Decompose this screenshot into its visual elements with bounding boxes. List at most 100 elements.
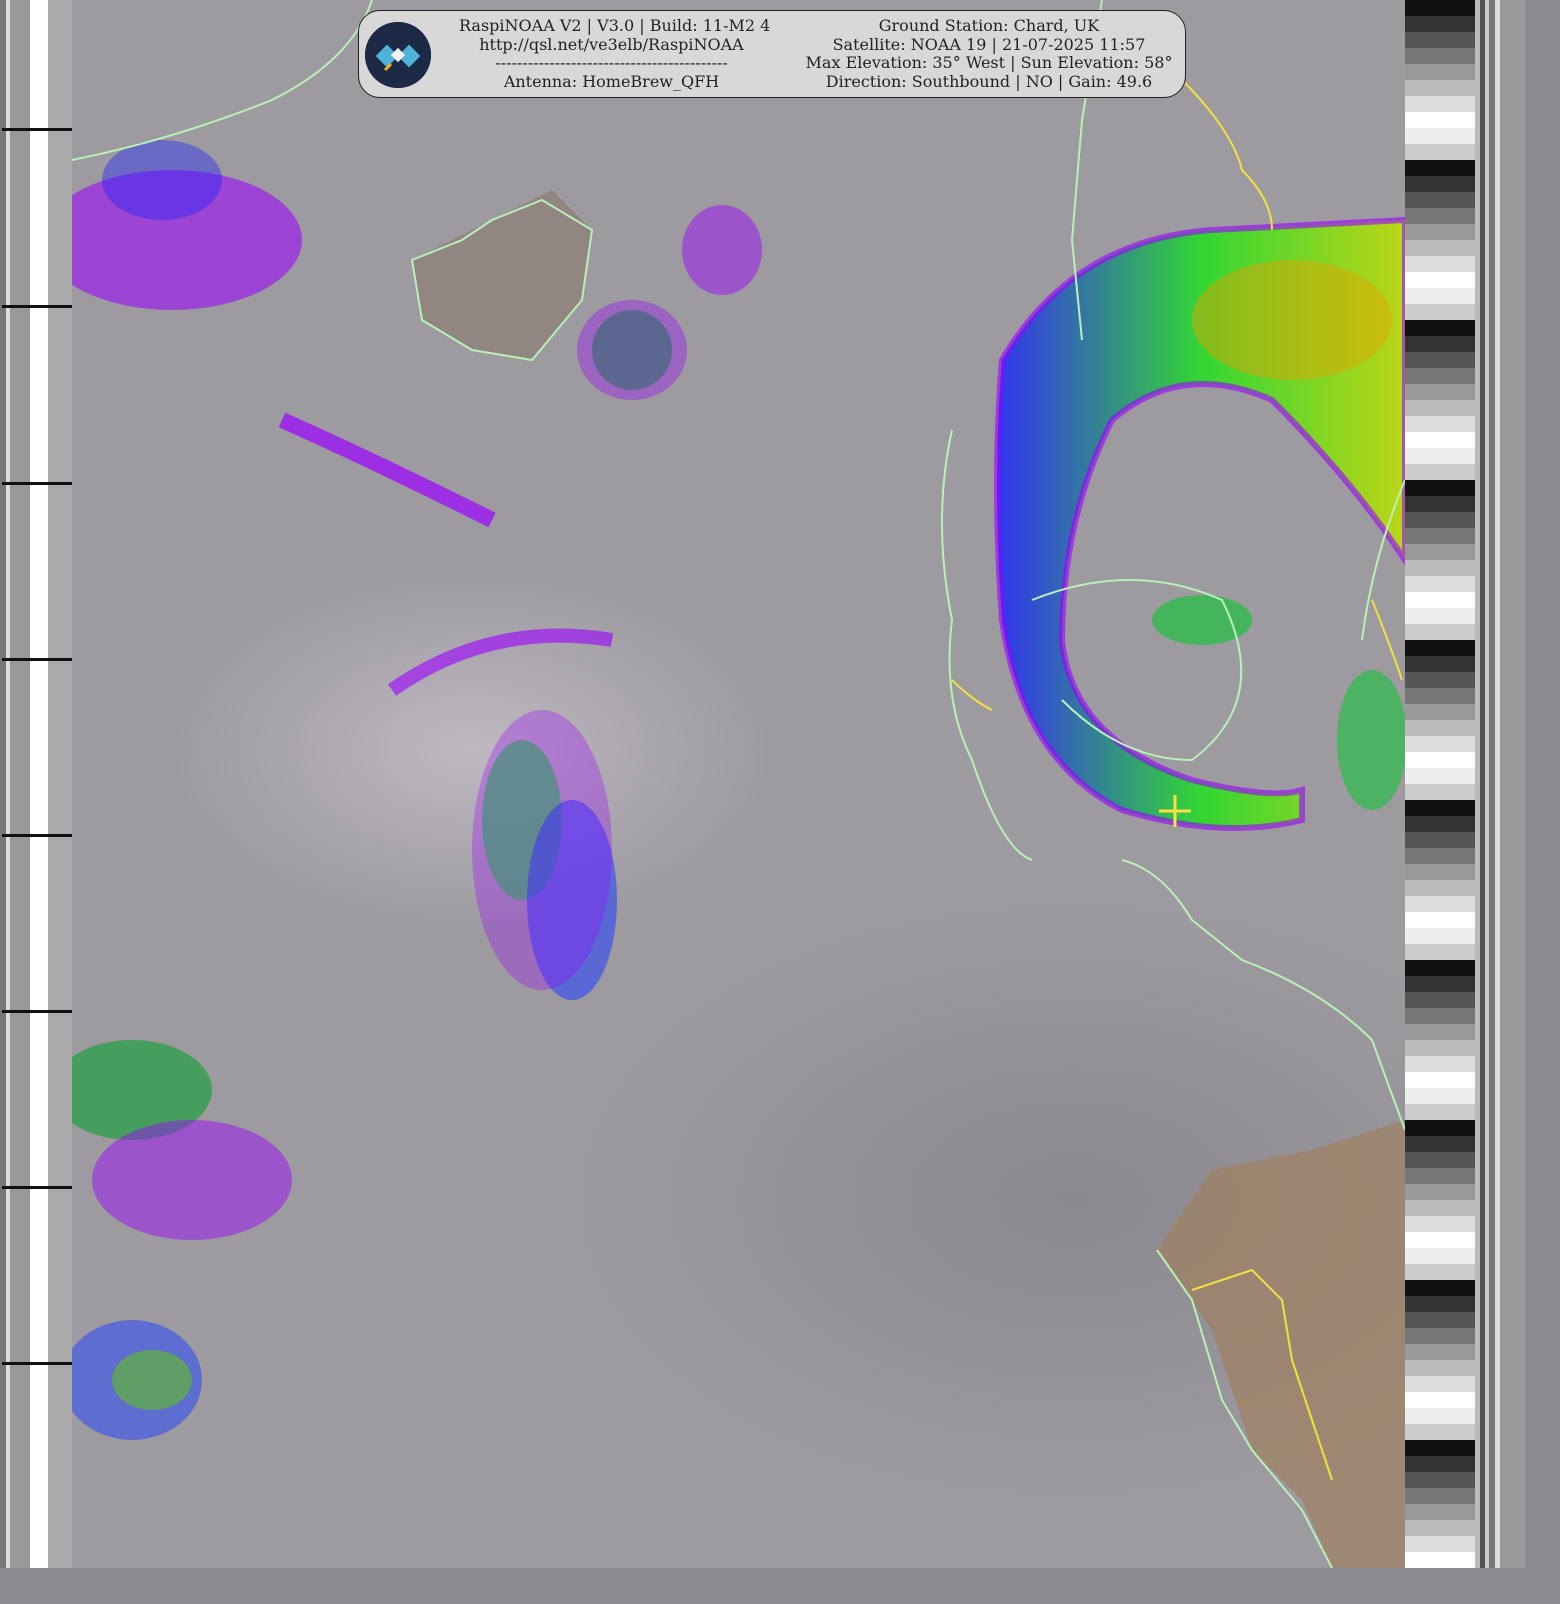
satellite-image-viewer: RaspiNOAA V2 | V3.0 | Build: 11-M2 4 htt… — [0, 0, 1525, 1569]
wedge-block — [1405, 368, 1475, 384]
wedge-block — [1405, 608, 1475, 624]
wedge-block — [1405, 960, 1475, 976]
wedge-block — [1405, 656, 1475, 672]
wedge-block — [1405, 1024, 1475, 1040]
wedge-block — [1405, 912, 1475, 928]
wedge-block — [1405, 1472, 1475, 1488]
wedge-block — [1405, 1200, 1475, 1216]
wedge-block — [1405, 1040, 1475, 1056]
antenna-info: Antenna: HomeBrew_QFH — [503, 71, 720, 91]
wedge-block — [1405, 1328, 1475, 1344]
wedge-block — [1405, 416, 1475, 432]
wedge-block — [1405, 624, 1475, 640]
satellite-imagery — [42, 0, 1408, 1569]
info-box: RaspiNOAA V2 | V3.0 | Build: 11-M2 4 htt… — [358, 10, 1186, 98]
weather-map — [42, 0, 1408, 1569]
wedge-block — [1405, 64, 1475, 80]
sync-marks — [2, 128, 72, 1365]
wedge-block — [1405, 304, 1475, 320]
wedge-block — [1405, 1424, 1475, 1440]
wedge-block — [1405, 1136, 1475, 1152]
wedge-block — [1405, 384, 1475, 400]
wedge-block — [1405, 752, 1475, 768]
wedge-block — [1405, 32, 1475, 48]
wedge-block — [1405, 720, 1475, 736]
wedge-block — [1405, 1280, 1475, 1296]
info-column-left: RaspiNOAA V2 | V3.0 | Build: 11-M2 4 htt… — [459, 16, 771, 91]
wedge-block — [1405, 1360, 1475, 1376]
wedge-block — [1405, 880, 1475, 896]
wedge-block — [1405, 80, 1475, 96]
cloud-swirl — [387, 628, 614, 696]
wedge-block — [1405, 1216, 1475, 1232]
wedge-block — [1405, 1488, 1475, 1504]
wedge-block — [1405, 1248, 1475, 1264]
wedge-block — [1405, 1392, 1475, 1408]
direction-gain: Direction: Southbound | NO | Gain: 49.6 — [825, 71, 1153, 91]
wedge-block — [1405, 736, 1475, 752]
wedge-block — [1405, 1008, 1475, 1024]
wedge-block — [1405, 256, 1475, 272]
wedge-block — [1405, 976, 1475, 992]
wedge-block — [1405, 1168, 1475, 1184]
wedge-block — [1405, 592, 1475, 608]
wedge-block — [1405, 816, 1475, 832]
wedge-block — [1405, 1264, 1475, 1280]
wedge-block — [1405, 560, 1475, 576]
wedge-block — [1405, 1232, 1475, 1248]
wedge-block — [1405, 272, 1475, 288]
wedge-block — [1405, 1056, 1475, 1072]
wedge-block — [1405, 800, 1475, 816]
wedge-block — [1405, 0, 1475, 16]
wedge-block — [1405, 1376, 1475, 1392]
wedge-block — [1405, 640, 1475, 656]
info-divider: ----------------------------------------… — [495, 53, 728, 72]
wedge-block — [1405, 1440, 1475, 1456]
wedge-block — [1405, 112, 1475, 128]
wedge-block — [1405, 784, 1475, 800]
wedge-block — [1405, 848, 1475, 864]
wedge-block — [1405, 16, 1475, 32]
wedge-block — [1405, 448, 1475, 464]
wedge-block — [1405, 96, 1475, 112]
wedge-block — [1405, 160, 1475, 176]
wedge-block — [1405, 1456, 1475, 1472]
wedge-block — [1405, 944, 1475, 960]
wedge-block — [1405, 480, 1475, 496]
wedge-block — [1405, 1152, 1475, 1168]
software-version: RaspiNOAA V2 | V3.0 | Build: 11-M2 4 — [459, 16, 771, 35]
wedge-block — [1405, 1408, 1475, 1424]
wedge-block — [1405, 1312, 1475, 1328]
wedge-block — [1405, 1296, 1475, 1312]
wedge-block — [1405, 496, 1475, 512]
wedge-block — [1405, 928, 1475, 944]
wedge-block — [1405, 896, 1475, 912]
wedge-block — [1405, 288, 1475, 304]
wedge-block — [1405, 832, 1475, 848]
info-column-right: Ground Station: Chard, UK Satellite: NOA… — [799, 16, 1179, 91]
cloud-streak — [278, 412, 496, 528]
wedge-block — [1405, 704, 1475, 720]
wedge-block — [1405, 1120, 1475, 1136]
wedge-block — [1405, 688, 1475, 704]
wedge-block — [1405, 400, 1475, 416]
wedge-block — [1405, 48, 1475, 64]
wedge-block — [1405, 672, 1475, 688]
wedge-block — [1405, 192, 1475, 208]
telemetry-strip-left — [0, 0, 72, 1568]
wedge-block — [1405, 1536, 1475, 1552]
wedge-block — [1405, 512, 1475, 528]
satellite-pass: Satellite: NOAA 19 | 21-07-2025 11:57 — [832, 34, 1146, 54]
wedge-block — [1405, 1504, 1475, 1520]
wedge-block — [1405, 320, 1475, 336]
wedge-block — [1405, 336, 1475, 352]
wedge-block — [1405, 432, 1475, 448]
wedge-block — [1405, 1552, 1475, 1568]
wedge-block — [1405, 1072, 1475, 1088]
wedge-block — [1405, 1088, 1475, 1104]
wedge-block — [1405, 208, 1475, 224]
elevation-info: Max Elevation: 35° West | Sun Elevation:… — [805, 53, 1173, 72]
wedge-block — [1405, 128, 1475, 144]
wedge-block — [1405, 176, 1475, 192]
land-iberia — [1157, 1120, 1405, 1568]
